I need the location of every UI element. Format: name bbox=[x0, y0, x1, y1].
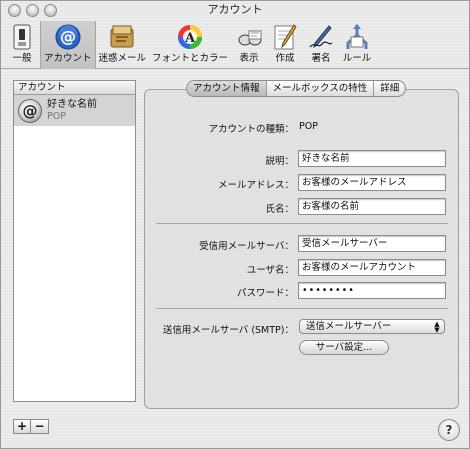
account-type-label: アカウントの種類： bbox=[208, 124, 294, 135]
toolbar-label: 作成 bbox=[275, 53, 295, 64]
username-label: ユーザ名： bbox=[246, 265, 294, 276]
remove-account-button[interactable]: − bbox=[31, 419, 49, 434]
minimize-window-button[interactable] bbox=[26, 4, 39, 17]
tab-advanced[interactable]: 詳細 bbox=[374, 81, 405, 96]
email-address-field[interactable]: お客様のメールアドレス bbox=[298, 174, 446, 191]
tab-account-info[interactable]: アカウント情報 bbox=[187, 81, 267, 96]
account-name: 好きな名前 bbox=[47, 99, 97, 110]
description-label: 説明： bbox=[265, 156, 294, 167]
tab-mailbox-behaviors[interactable]: メールボックスの特性 bbox=[267, 81, 375, 96]
account-list-item[interactable]: @ 好きな名前 POP bbox=[14, 95, 135, 126]
compose-icon bbox=[270, 22, 300, 52]
description-field[interactable]: 好きな名前 bbox=[298, 150, 446, 167]
username-field[interactable]: お客様のメールアカウント bbox=[298, 259, 446, 276]
email-address-label: メールアドレス： bbox=[217, 180, 294, 191]
divider bbox=[156, 223, 448, 224]
account-add-remove: + − bbox=[13, 419, 49, 434]
window-title: アカウント bbox=[207, 3, 263, 16]
toolbar-label: 一般 bbox=[12, 53, 32, 64]
password-label: パスワード： bbox=[236, 288, 294, 299]
toolbar-label: ルール bbox=[342, 53, 372, 64]
account-type: POP bbox=[47, 111, 66, 122]
svg-text:@: @ bbox=[60, 27, 76, 46]
title-bar: アカウント bbox=[1, 1, 469, 21]
zoom-window-button[interactable] bbox=[44, 4, 57, 17]
preferences-window: アカウント 一般 @ アカウント 迷惑メール A フォントとカラー 表示 作成 … bbox=[0, 0, 470, 449]
at-sign-icon: @ bbox=[18, 98, 42, 123]
account-list: アカウント @ 好きな名前 POP bbox=[13, 80, 136, 402]
signature-icon bbox=[306, 22, 336, 52]
smtp-server-value: 送信メールサーバー bbox=[306, 321, 392, 332]
fonts-colors-icon: A bbox=[175, 22, 205, 52]
toolbar-fonts-colors[interactable]: A フォントとカラー bbox=[149, 21, 231, 69]
full-name-label: 氏名： bbox=[265, 204, 294, 215]
detail-tabs: アカウント情報 メールボックスの特性 詳細 bbox=[186, 80, 407, 97]
viewing-icon bbox=[234, 22, 264, 52]
toolbar-label: 表示 bbox=[239, 53, 259, 64]
toolbar-viewing[interactable]: 表示 bbox=[231, 21, 267, 69]
toolbar: 一般 @ アカウント 迷惑メール A フォントとカラー 表示 作成 署名 ルール bbox=[1, 21, 469, 69]
at-sign-icon: @ bbox=[53, 22, 83, 52]
divider bbox=[156, 308, 448, 309]
rules-icon bbox=[342, 22, 372, 52]
switch-icon bbox=[7, 22, 37, 52]
account-type-value: POP bbox=[299, 121, 318, 132]
toolbar-label: 署名 bbox=[311, 53, 331, 64]
close-window-button[interactable] bbox=[8, 4, 21, 17]
toolbar-junk-mail[interactable]: 迷惑メール bbox=[96, 21, 150, 69]
incoming-server-label: 受信用メールサーバ： bbox=[199, 241, 294, 252]
toolbar-label: フォントとカラー bbox=[152, 53, 229, 64]
server-settings-button[interactable]: サーバ設定... bbox=[299, 340, 389, 355]
smtp-server-label: 送信用メールサーバ (SMTP)： bbox=[162, 325, 294, 336]
toolbar-general[interactable]: 一般 bbox=[4, 21, 40, 69]
smtp-server-popup[interactable]: 送信メールサーバー ▲ ▼ bbox=[299, 319, 445, 334]
incoming-server-field[interactable]: 受信メールサーバー bbox=[298, 235, 446, 252]
add-account-button[interactable]: + bbox=[13, 419, 31, 434]
password-field[interactable]: •••••••• bbox=[298, 282, 446, 299]
toolbar-accounts[interactable]: @ アカウント bbox=[40, 21, 96, 69]
toolbar-rules[interactable]: ルール bbox=[339, 21, 375, 69]
popup-arrows-icon: ▲ ▼ bbox=[434, 320, 440, 334]
junk-mail-icon bbox=[107, 22, 137, 52]
toolbar-signatures[interactable]: 署名 bbox=[303, 21, 339, 69]
full-name-field[interactable]: お客様の名前 bbox=[298, 198, 446, 215]
toolbar-compose[interactable]: 作成 bbox=[267, 21, 303, 69]
svg-text:A: A bbox=[184, 31, 196, 46]
help-button[interactable]: ? bbox=[438, 419, 460, 441]
account-list-header: アカウント bbox=[14, 81, 135, 95]
toolbar-label: 迷惑メール bbox=[98, 53, 147, 64]
toolbar-label: アカウント bbox=[44, 53, 92, 64]
